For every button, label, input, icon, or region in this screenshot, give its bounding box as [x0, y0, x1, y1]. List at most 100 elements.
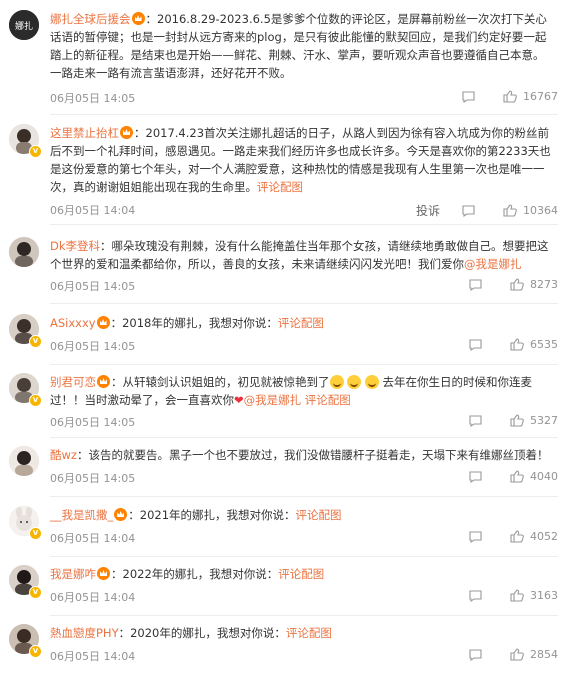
svg-text:娜扎: 娜扎 [15, 20, 33, 32]
reply-button[interactable] [469, 414, 488, 427]
thumbs-up-icon [510, 530, 524, 543]
avatar[interactable]: 娜扎 [9, 10, 39, 40]
divider [50, 496, 558, 497]
comment-date: 06月05日 14:04 [50, 650, 136, 663]
crying-face-icon [364, 375, 379, 389]
like-button[interactable]: 4052 [510, 530, 558, 543]
comment-date: 06月05日 14:05 [50, 340, 136, 353]
image-link[interactable]: 评论配图 [305, 393, 351, 407]
comment-text: ：2020年的娜扎，我想对你说： [118, 626, 286, 640]
divider [50, 364, 558, 365]
report-button[interactable]: 投诉 [416, 202, 440, 219]
comment-date: 06月05日 14:04 [50, 591, 136, 604]
comment-date: 06月05日 14:04 [50, 532, 136, 545]
username[interactable]: 娜扎全球后援会 [50, 12, 131, 26]
comment-text: ：2018年的娜扎，我想对你说： [110, 316, 278, 330]
like-button[interactable]: 3163 [510, 589, 558, 602]
comment-icon [469, 338, 482, 351]
like-button[interactable]: 16767 [503, 90, 558, 103]
like-count: 6535 [530, 338, 558, 351]
avatar[interactable] [9, 446, 39, 476]
comment-date: 06月05日 14:05 [50, 92, 136, 105]
comment-icon [469, 648, 482, 661]
like-button[interactable]: 10364 [503, 204, 558, 217]
thumbs-up-icon [510, 470, 524, 483]
crown-badge-icon [97, 375, 110, 388]
username[interactable]: 酷wz [50, 448, 77, 462]
comment-icon [462, 90, 475, 103]
like-count: 4040 [530, 470, 558, 483]
avatar[interactable] [9, 237, 39, 267]
like-button[interactable]: 6535 [510, 338, 558, 351]
reply-button[interactable] [462, 90, 481, 103]
reply-button[interactable] [469, 470, 488, 483]
comment-icon [469, 470, 482, 483]
verified-v-icon: V [29, 586, 42, 599]
divider [50, 556, 558, 557]
username[interactable]: 这里禁止抬杠 [50, 126, 119, 140]
reply-button[interactable] [469, 278, 488, 291]
thumbs-up-icon [510, 338, 524, 351]
divider [50, 615, 558, 616]
reply-button[interactable] [469, 648, 488, 661]
comment-icon [469, 530, 482, 543]
crown-badge-icon [120, 126, 133, 139]
reply-button[interactable] [469, 338, 488, 351]
comment-icon [469, 414, 482, 427]
like-button[interactable]: 2854 [510, 648, 558, 661]
like-count: 8273 [530, 278, 558, 291]
like-count: 10364 [523, 204, 558, 217]
mention-link[interactable]: @我是娜扎 [464, 257, 522, 271]
like-button[interactable]: 8273 [510, 278, 558, 291]
comment-text: ：2021年的娜扎，我想对你说： [128, 508, 296, 522]
crown-badge-icon [131, 12, 145, 25]
verified-v-icon: V [29, 645, 42, 658]
comment-date: 06月05日 14:05 [50, 416, 136, 429]
username[interactable]: ASixxxy [50, 316, 96, 330]
username[interactable]: __我是凯撒_ [50, 508, 113, 522]
like-count: 3163 [530, 589, 558, 602]
heart-icon: ❤ [234, 393, 244, 407]
comment-date: 06月05日 14:04 [50, 204, 136, 217]
verified-v-icon: V [29, 145, 42, 158]
comment-icon [462, 204, 475, 217]
divider [50, 437, 558, 438]
divider [50, 303, 558, 304]
crown-badge-icon [97, 567, 110, 580]
crown-badge-icon [96, 316, 110, 329]
like-button[interactable]: 5327 [510, 414, 558, 427]
username[interactable]: 熱血戀度PHY [50, 626, 119, 640]
comment-list: 娜扎 娜扎全球后援会 ：2016.8.29-2023.6.5是爹爹个位数的评论区，… [0, 0, 568, 676]
username[interactable]: 别君可恋 [50, 375, 96, 389]
crown-badge-icon [114, 508, 128, 521]
thumbs-up-icon [503, 204, 517, 217]
crying-face-icon [329, 375, 344, 389]
divider [50, 114, 558, 115]
thumbs-up-icon [510, 648, 524, 661]
verified-v-icon: V [29, 335, 42, 348]
username[interactable]: Dk李登科 [50, 239, 100, 253]
comment-text: ：从轩辕剑认识姐姐的，初见就被惊艳到了 [111, 375, 330, 389]
crying-face-icon [347, 375, 362, 389]
like-button[interactable]: 4040 [510, 470, 558, 483]
image-link[interactable]: 评论配图 [278, 316, 324, 330]
image-link[interactable]: 评论配图 [278, 567, 324, 581]
comment-date: 06月05日 14:05 [50, 472, 136, 485]
like-count: 2854 [530, 648, 558, 661]
like-count: 16767 [523, 90, 558, 103]
verified-v-icon: V [29, 394, 42, 407]
reply-button[interactable] [469, 530, 488, 543]
mention-link[interactable]: @我是娜扎 [244, 393, 302, 407]
username[interactable]: 我是娜咋 [50, 567, 96, 581]
reply-button[interactable] [462, 204, 481, 217]
divider [50, 224, 558, 225]
image-link[interactable]: 评论配图 [286, 626, 332, 640]
comment-text: ：2022年的娜扎，我想对你说： [111, 567, 279, 581]
verified-v-icon: V [29, 527, 42, 540]
thumbs-up-icon [510, 278, 524, 291]
image-link[interactable]: 评论配图 [257, 180, 303, 194]
comment-icon [469, 589, 482, 602]
reply-button[interactable] [469, 589, 488, 602]
like-count: 4052 [530, 530, 558, 543]
image-link[interactable]: 评论配图 [296, 508, 342, 522]
